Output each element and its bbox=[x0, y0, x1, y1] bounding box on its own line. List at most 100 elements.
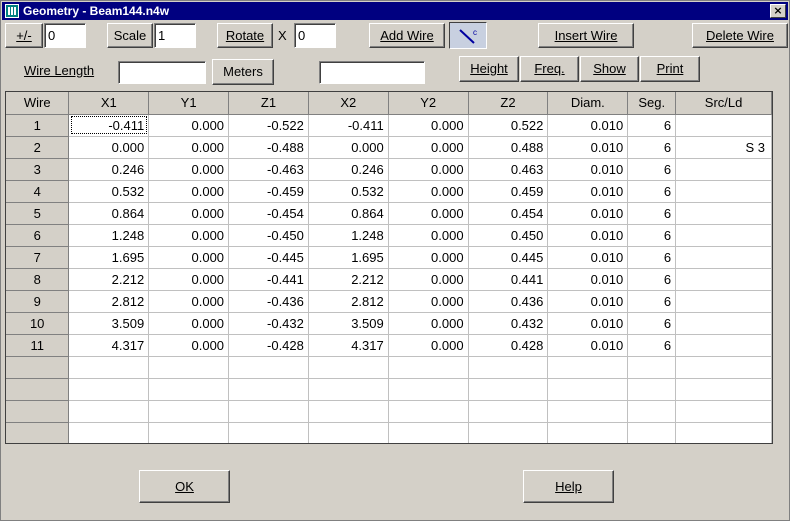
table-cell[interactable] bbox=[675, 114, 772, 137]
table-cell[interactable] bbox=[68, 356, 150, 379]
table-cell[interactable] bbox=[388, 356, 469, 379]
table-cell[interactable]: 6 bbox=[627, 136, 677, 159]
table-cell[interactable]: 1.695 bbox=[68, 246, 150, 269]
table-cell[interactable]: -0.454 bbox=[228, 202, 309, 225]
table-cell[interactable] bbox=[627, 356, 677, 379]
table-cell[interactable] bbox=[675, 378, 772, 401]
table-cell[interactable] bbox=[675, 334, 772, 357]
table-cell[interactable] bbox=[148, 422, 230, 443]
table-cell[interactable] bbox=[388, 378, 469, 401]
column-header[interactable]: Src/Ld bbox=[675, 92, 772, 115]
table-cell[interactable] bbox=[228, 400, 309, 423]
table-cell[interactable] bbox=[228, 356, 309, 379]
table-cell[interactable] bbox=[308, 422, 389, 443]
table-cell[interactable] bbox=[547, 400, 629, 423]
table-cell[interactable] bbox=[468, 422, 549, 443]
table-row[interactable]: 6 1.248 0.000 -0.450 1.248 0.000 0.450 0.010 6 bbox=[6, 224, 772, 247]
table-cell[interactable] bbox=[675, 356, 772, 379]
table-cell[interactable]: 0.000 bbox=[68, 136, 150, 159]
table-cell[interactable] bbox=[228, 422, 309, 443]
table-row[interactable]: 7 1.695 0.000 -0.445 1.695 0.000 0.445 0.010 6 bbox=[6, 246, 772, 269]
table-cell[interactable]: 0.459 bbox=[468, 180, 549, 203]
table-cell[interactable]: 6 bbox=[627, 334, 677, 357]
table-cell[interactable]: 0.428 bbox=[468, 334, 549, 357]
table-cell[interactable] bbox=[388, 400, 469, 423]
table-cell[interactable]: 0.000 bbox=[388, 268, 469, 291]
table-cell[interactable]: 0.010 bbox=[547, 334, 629, 357]
table-cell[interactable]: 3.509 bbox=[308, 312, 389, 335]
table-cell[interactable]: -0.428 bbox=[228, 334, 309, 357]
table-cell[interactable] bbox=[627, 400, 677, 423]
delete-wire-button[interactable]: Delete Wire bbox=[692, 23, 788, 48]
table-cell[interactable]: 6 bbox=[627, 224, 677, 247]
table-cell[interactable] bbox=[675, 268, 772, 291]
meters-button[interactable]: Meters bbox=[212, 59, 274, 85]
table-row[interactable]: 11 4.317 0.000 -0.428 4.317 0.000 0.428 0.010 6 bbox=[6, 334, 772, 357]
table-cell[interactable]: 0.010 bbox=[547, 180, 629, 203]
table-cell[interactable]: 0.463 bbox=[468, 158, 549, 181]
table-cell[interactable] bbox=[675, 290, 772, 313]
table-cell[interactable]: 0.532 bbox=[68, 180, 150, 203]
table-cell[interactable] bbox=[675, 312, 772, 335]
table-cell[interactable]: -0.432 bbox=[228, 312, 309, 335]
table-cell[interactable] bbox=[148, 400, 230, 423]
table-cell[interactable]: 6 bbox=[627, 202, 677, 225]
table-cell[interactable]: 0.488 bbox=[468, 136, 549, 159]
table-cell[interactable] bbox=[547, 378, 629, 401]
table-cell[interactable]: 6 bbox=[627, 180, 677, 203]
table-cell[interactable]: 0.010 bbox=[547, 202, 629, 225]
column-header[interactable]: Z1 bbox=[228, 92, 309, 115]
table-cell[interactable]: 0.864 bbox=[308, 202, 389, 225]
row-header[interactable] bbox=[6, 400, 70, 423]
table-row[interactable]: 9 2.812 0.000 -0.436 2.812 0.000 0.436 0.010 6 bbox=[6, 290, 772, 313]
table-cell[interactable]: 0.441 bbox=[468, 268, 549, 291]
table-cell[interactable]: -0.450 bbox=[228, 224, 309, 247]
row-header[interactable]: 9 bbox=[6, 290, 70, 313]
table-cell[interactable]: 0.000 bbox=[388, 290, 469, 313]
table-cell[interactable]: 0.000 bbox=[148, 246, 230, 269]
table-cell[interactable]: -0.445 bbox=[228, 246, 309, 269]
column-header[interactable]: Wire bbox=[6, 92, 70, 115]
table-cell[interactable]: -0.459 bbox=[228, 180, 309, 203]
plusminus-input[interactable]: 0 bbox=[44, 23, 86, 48]
table-cell[interactable]: 0.010 bbox=[547, 268, 629, 291]
table-cell[interactable]: 0.010 bbox=[547, 114, 629, 137]
plusminus-button[interactable]: +/- bbox=[5, 23, 43, 48]
table-row[interactable]: 4 0.532 0.000 -0.459 0.532 0.000 0.459 0.010 6 bbox=[6, 180, 772, 203]
table-cell[interactable]: -0.441 bbox=[228, 268, 309, 291]
insert-wire-button[interactable]: Insert Wire bbox=[538, 23, 634, 48]
table-cell[interactable]: 6 bbox=[627, 268, 677, 291]
table-cell[interactable]: 1.248 bbox=[68, 224, 150, 247]
connect-wire-button[interactable]: c bbox=[449, 22, 487, 49]
table-cell[interactable] bbox=[148, 356, 230, 379]
table-cell[interactable]: 0.000 bbox=[388, 114, 469, 137]
table-cell[interactable]: 6 bbox=[627, 312, 677, 335]
table-cell[interactable]: 0.000 bbox=[148, 180, 230, 203]
table-cell[interactable]: 0.000 bbox=[388, 180, 469, 203]
column-header[interactable]: Z2 bbox=[468, 92, 549, 115]
table-row[interactable]: 5 0.864 0.000 -0.454 0.864 0.000 0.454 0.010 6 bbox=[6, 202, 772, 225]
table-cell[interactable] bbox=[675, 202, 772, 225]
table-cell[interactable]: -0.411 bbox=[308, 114, 389, 137]
row-header[interactable]: 10 bbox=[6, 312, 70, 335]
table-cell[interactable]: 0.000 bbox=[148, 334, 230, 357]
column-header[interactable]: X1 bbox=[68, 92, 150, 115]
table-cell[interactable]: 0.010 bbox=[547, 158, 629, 181]
table-cell[interactable]: 0.010 bbox=[547, 312, 629, 335]
table-cell[interactable]: 0.000 bbox=[388, 158, 469, 181]
table-row[interactable] bbox=[6, 422, 772, 443]
table-cell[interactable]: 0.000 bbox=[148, 312, 230, 335]
help-button[interactable]: Help bbox=[523, 470, 614, 503]
table-cell[interactable] bbox=[627, 378, 677, 401]
table-cell[interactable] bbox=[675, 158, 772, 181]
table-cell[interactable]: 0.432 bbox=[468, 312, 549, 335]
table-cell[interactable] bbox=[68, 378, 150, 401]
table-cell[interactable]: -0.488 bbox=[228, 136, 309, 159]
table-cell[interactable]: 4.317 bbox=[308, 334, 389, 357]
table-cell[interactable] bbox=[468, 400, 549, 423]
ok-button[interactable]: OK bbox=[139, 470, 230, 503]
table-cell[interactable] bbox=[675, 224, 772, 247]
table-cell[interactable]: 0.000 bbox=[388, 312, 469, 335]
table-cell[interactable]: 0.000 bbox=[388, 136, 469, 159]
table-cell[interactable]: 2.212 bbox=[68, 268, 150, 291]
